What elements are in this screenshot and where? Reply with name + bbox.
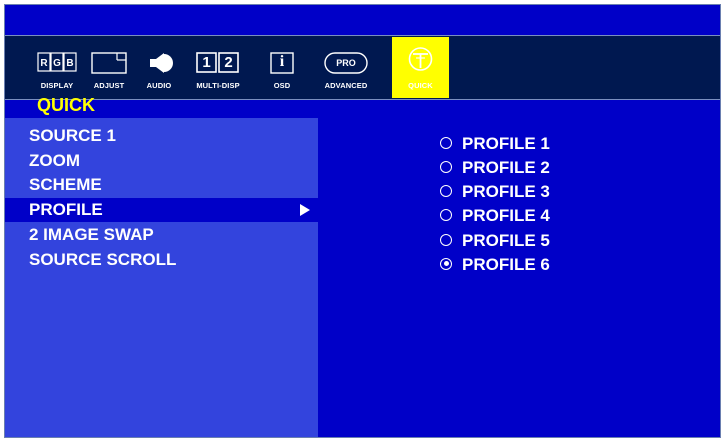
- menu-item-label: 2 IMAGE SWAP: [29, 225, 154, 244]
- radio-button[interactable]: [440, 208, 452, 221]
- profile-option-3[interactable]: PROFILE 3: [440, 180, 550, 204]
- option-label: PROFILE 4: [462, 206, 550, 225]
- option-label: PROFILE 5: [462, 231, 550, 250]
- profile-option-4[interactable]: PROFILE 4: [440, 204, 550, 228]
- profile-option-1[interactable]: PROFILE 1: [440, 132, 550, 156]
- menu-item-scheme[interactable]: SCHEME: [5, 173, 318, 197]
- profile-option-5[interactable]: PROFILE 5: [440, 229, 550, 253]
- osd-label: OSD: [273, 81, 291, 90]
- menu-item-label: PROFILE: [29, 200, 103, 219]
- option-label: PROFILE 6: [462, 255, 550, 274]
- radio-button[interactable]: [440, 184, 452, 197]
- display-tab[interactable]: R G B DISPLAY: [37, 40, 77, 96]
- multi-disp-digit-2: 2: [224, 54, 233, 71]
- info-icon: i: [269, 52, 295, 74]
- pro-icon: PRO: [323, 52, 369, 74]
- options-panel: PROFILE 1 PROFILE 2 PROFILE 3 PROFILE 4 …: [318, 118, 720, 437]
- profile-option-2[interactable]: PROFILE 2: [440, 156, 550, 180]
- osd-tab[interactable]: i OSD: [269, 40, 295, 96]
- menu-item-label: SOURCE SCROLL: [29, 250, 177, 269]
- adjust-tab[interactable]: ADJUST: [91, 40, 127, 96]
- menu-item-profile[interactable]: PROFILE: [5, 198, 318, 222]
- top-strip: [5, 5, 720, 35]
- svg-text:B: B: [66, 58, 73, 69]
- section-title: QUICK: [37, 95, 95, 115]
- audio-label: AUDIO: [146, 81, 172, 90]
- menu-item-zoom[interactable]: ZOOM: [5, 149, 318, 173]
- quick-icon: [392, 46, 449, 72]
- pro-glyph: PRO: [336, 58, 356, 68]
- icon-toolbar: R G B DISPLAY ADJUST AUDIO 1 2 MULTI-DIS…: [5, 35, 720, 100]
- radio-button[interactable]: [440, 233, 452, 246]
- quick-label: QUICK: [408, 81, 433, 90]
- rgb-icon: R G B: [37, 52, 77, 74]
- menu-item-source-scroll[interactable]: SOURCE SCROLL: [5, 248, 318, 272]
- multi-display-icon: 1 2: [195, 52, 241, 74]
- speaker-icon: [145, 52, 173, 74]
- menu-item-source-1[interactable]: SOURCE 1: [5, 124, 318, 148]
- adjust-label: ADJUST: [93, 81, 125, 90]
- svg-text:G: G: [53, 58, 61, 69]
- osd-screen: R G B DISPLAY ADJUST AUDIO 1 2 MULTI-DIS…: [4, 4, 721, 438]
- radio-button[interactable]: [440, 160, 452, 173]
- display-label: DISPLAY: [40, 81, 74, 90]
- info-glyph: i: [279, 53, 285, 70]
- profile-option-6[interactable]: PROFILE 6: [440, 253, 550, 277]
- svg-text:R: R: [40, 58, 48, 69]
- menu-item-2-image-swap[interactable]: 2 IMAGE SWAP: [5, 223, 318, 247]
- option-label: PROFILE 2: [462, 158, 550, 177]
- radio-button-selected[interactable]: [440, 257, 452, 270]
- option-label: PROFILE 3: [462, 182, 550, 201]
- multi-disp-tab[interactable]: 1 2 MULTI-DISP: [195, 40, 241, 96]
- option-label: PROFILE 1: [462, 134, 550, 153]
- advanced-label: ADVANCED: [324, 81, 368, 90]
- adjust-icon: [91, 52, 127, 74]
- quick-tab[interactable]: QUICK: [392, 37, 449, 98]
- menu-item-label: SCHEME: [29, 175, 102, 194]
- submenu-arrow-icon: [300, 204, 310, 216]
- menu-item-label: SOURCE 1: [29, 126, 116, 145]
- menu-panel: SOURCE 1 ZOOM SCHEME PROFILE 2 IMAGE SWA…: [5, 118, 318, 437]
- audio-tab[interactable]: AUDIO: [145, 40, 173, 96]
- radio-button[interactable]: [440, 136, 452, 149]
- menu-item-label: ZOOM: [29, 151, 80, 170]
- advanced-tab[interactable]: PRO ADVANCED: [323, 40, 369, 96]
- multi-disp-digit-1: 1: [202, 54, 211, 71]
- multi-disp-label: MULTI-DISP: [196, 81, 240, 90]
